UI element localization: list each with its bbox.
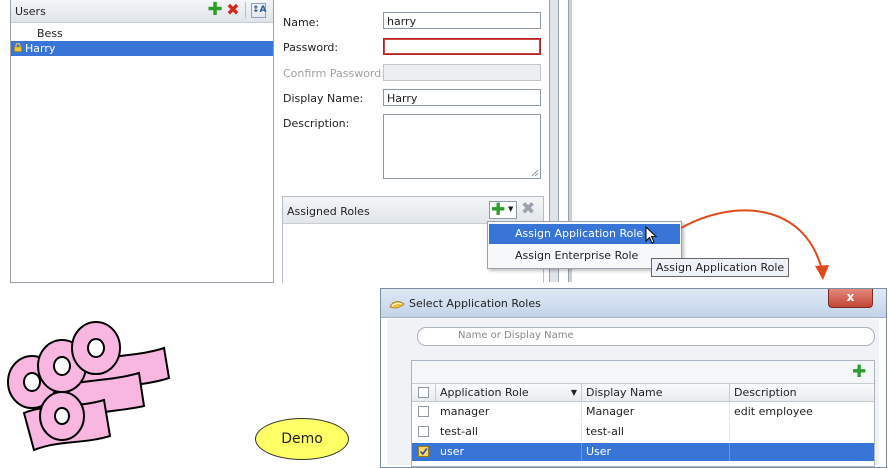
table-row[interactable]: test-all test-all [412, 423, 874, 441]
search-input[interactable]: Name or Display Name [417, 327, 875, 346]
user-list-item-bess[interactable]: Bess [11, 26, 273, 41]
user-list-item-harry[interactable]: Harry [11, 41, 273, 56]
toilet-paper-rolls-clipart [7, 321, 171, 452]
dialog-titlebar[interactable]: Select Application Roles x [381, 289, 886, 318]
dialog-app-icon [389, 301, 405, 309]
name-label: Name: [283, 16, 320, 29]
cell-display-name: User [582, 443, 730, 461]
close-button[interactable]: x [828, 289, 873, 308]
row-checkbox[interactable] [418, 406, 429, 417]
plus-icon: ✚ [491, 200, 506, 220]
row-checkbox-checked[interactable] [418, 446, 429, 457]
column-label: Description [734, 386, 797, 399]
column-label: Application Role [440, 386, 529, 399]
users-header-label: Users [15, 5, 46, 18]
assigned-roles-header: Assigned Roles ✚ ▼ ✖ [283, 197, 543, 224]
display-name-label: Display Name: [283, 92, 364, 105]
cell-description [730, 423, 874, 441]
dialog-title: Select Application Roles [409, 297, 541, 310]
chevron-down-icon: ▼ [508, 205, 514, 213]
assigned-roles-label: Assigned Roles [287, 205, 370, 218]
callout-arrow [680, 209, 829, 280]
sort-az-icon[interactable]: ↕A [251, 3, 267, 18]
table-row[interactable]: manager Manager edit employee [412, 403, 874, 421]
name-input[interactable]: harry [383, 12, 541, 29]
user-name: Harry [25, 42, 56, 55]
description-textarea[interactable] [383, 114, 541, 179]
users-toolbar: Users ✚ ✖ ↕A [11, 0, 273, 23]
password-label: Password: [283, 41, 339, 54]
confirm-password-input [383, 64, 541, 81]
column-header-description[interactable]: Description [730, 384, 874, 402]
roles-table: ✚ Application Role ▼ Display Name Descri… [411, 360, 875, 467]
cell-description: edit employee [734, 405, 813, 418]
check-icon [419, 448, 428, 456]
row-checkbox[interactable] [418, 426, 429, 437]
add-role-dropdown-button[interactable]: ✚ ▼ [489, 200, 517, 220]
sort-desc-icon[interactable]: ▼ [571, 384, 577, 402]
cell-description [730, 443, 874, 461]
users-panel: Users ✚ ✖ ↕A Bess Harry [10, 0, 274, 283]
column-header-application-role[interactable]: Application Role ▼ [436, 384, 582, 402]
resize-grip-icon[interactable] [531, 169, 539, 177]
add-role-plus-icon[interactable]: ✚ [852, 362, 866, 382]
display-name-input[interactable]: Harry [383, 89, 541, 106]
user-name: Bess [37, 27, 63, 40]
add-user-plus-icon[interactable]: ✚ [207, 1, 223, 19]
column-header-display-name[interactable]: Display Name [582, 384, 730, 402]
description-label: Description: [283, 117, 350, 130]
cell-role: test-all [436, 423, 582, 441]
toolbar-divider [245, 2, 246, 18]
select-all-column[interactable] [412, 384, 436, 402]
search-placeholder: Name or Display Name [458, 330, 574, 341]
mouse-cursor-icon [645, 226, 658, 244]
password-input[interactable] [383, 38, 541, 55]
cell-role: user [436, 443, 582, 461]
column-label: Display Name [586, 386, 663, 399]
select-all-checkbox[interactable] [418, 387, 429, 398]
cell-display-name: test-all [582, 423, 730, 441]
remove-role-x-icon[interactable]: ✖ [521, 199, 535, 219]
dialog-body: Q▾ Name or Display Name ✚ Application Ro… [387, 319, 879, 467]
table-toolbar: ✚ [412, 361, 874, 384]
table-row-selected[interactable]: user User [412, 443, 874, 461]
delete-user-x-icon[interactable]: ✖ [225, 2, 241, 18]
demo-bubble: Demo [255, 418, 349, 460]
lock-icon [14, 43, 22, 52]
cell-role: manager [436, 403, 582, 421]
confirm-password-label: Confirm Password: [283, 67, 385, 80]
select-application-roles-dialog: Select Application Roles x Q▾ Name or Di… [380, 288, 887, 468]
cell-display-name: Manager [582, 403, 730, 421]
